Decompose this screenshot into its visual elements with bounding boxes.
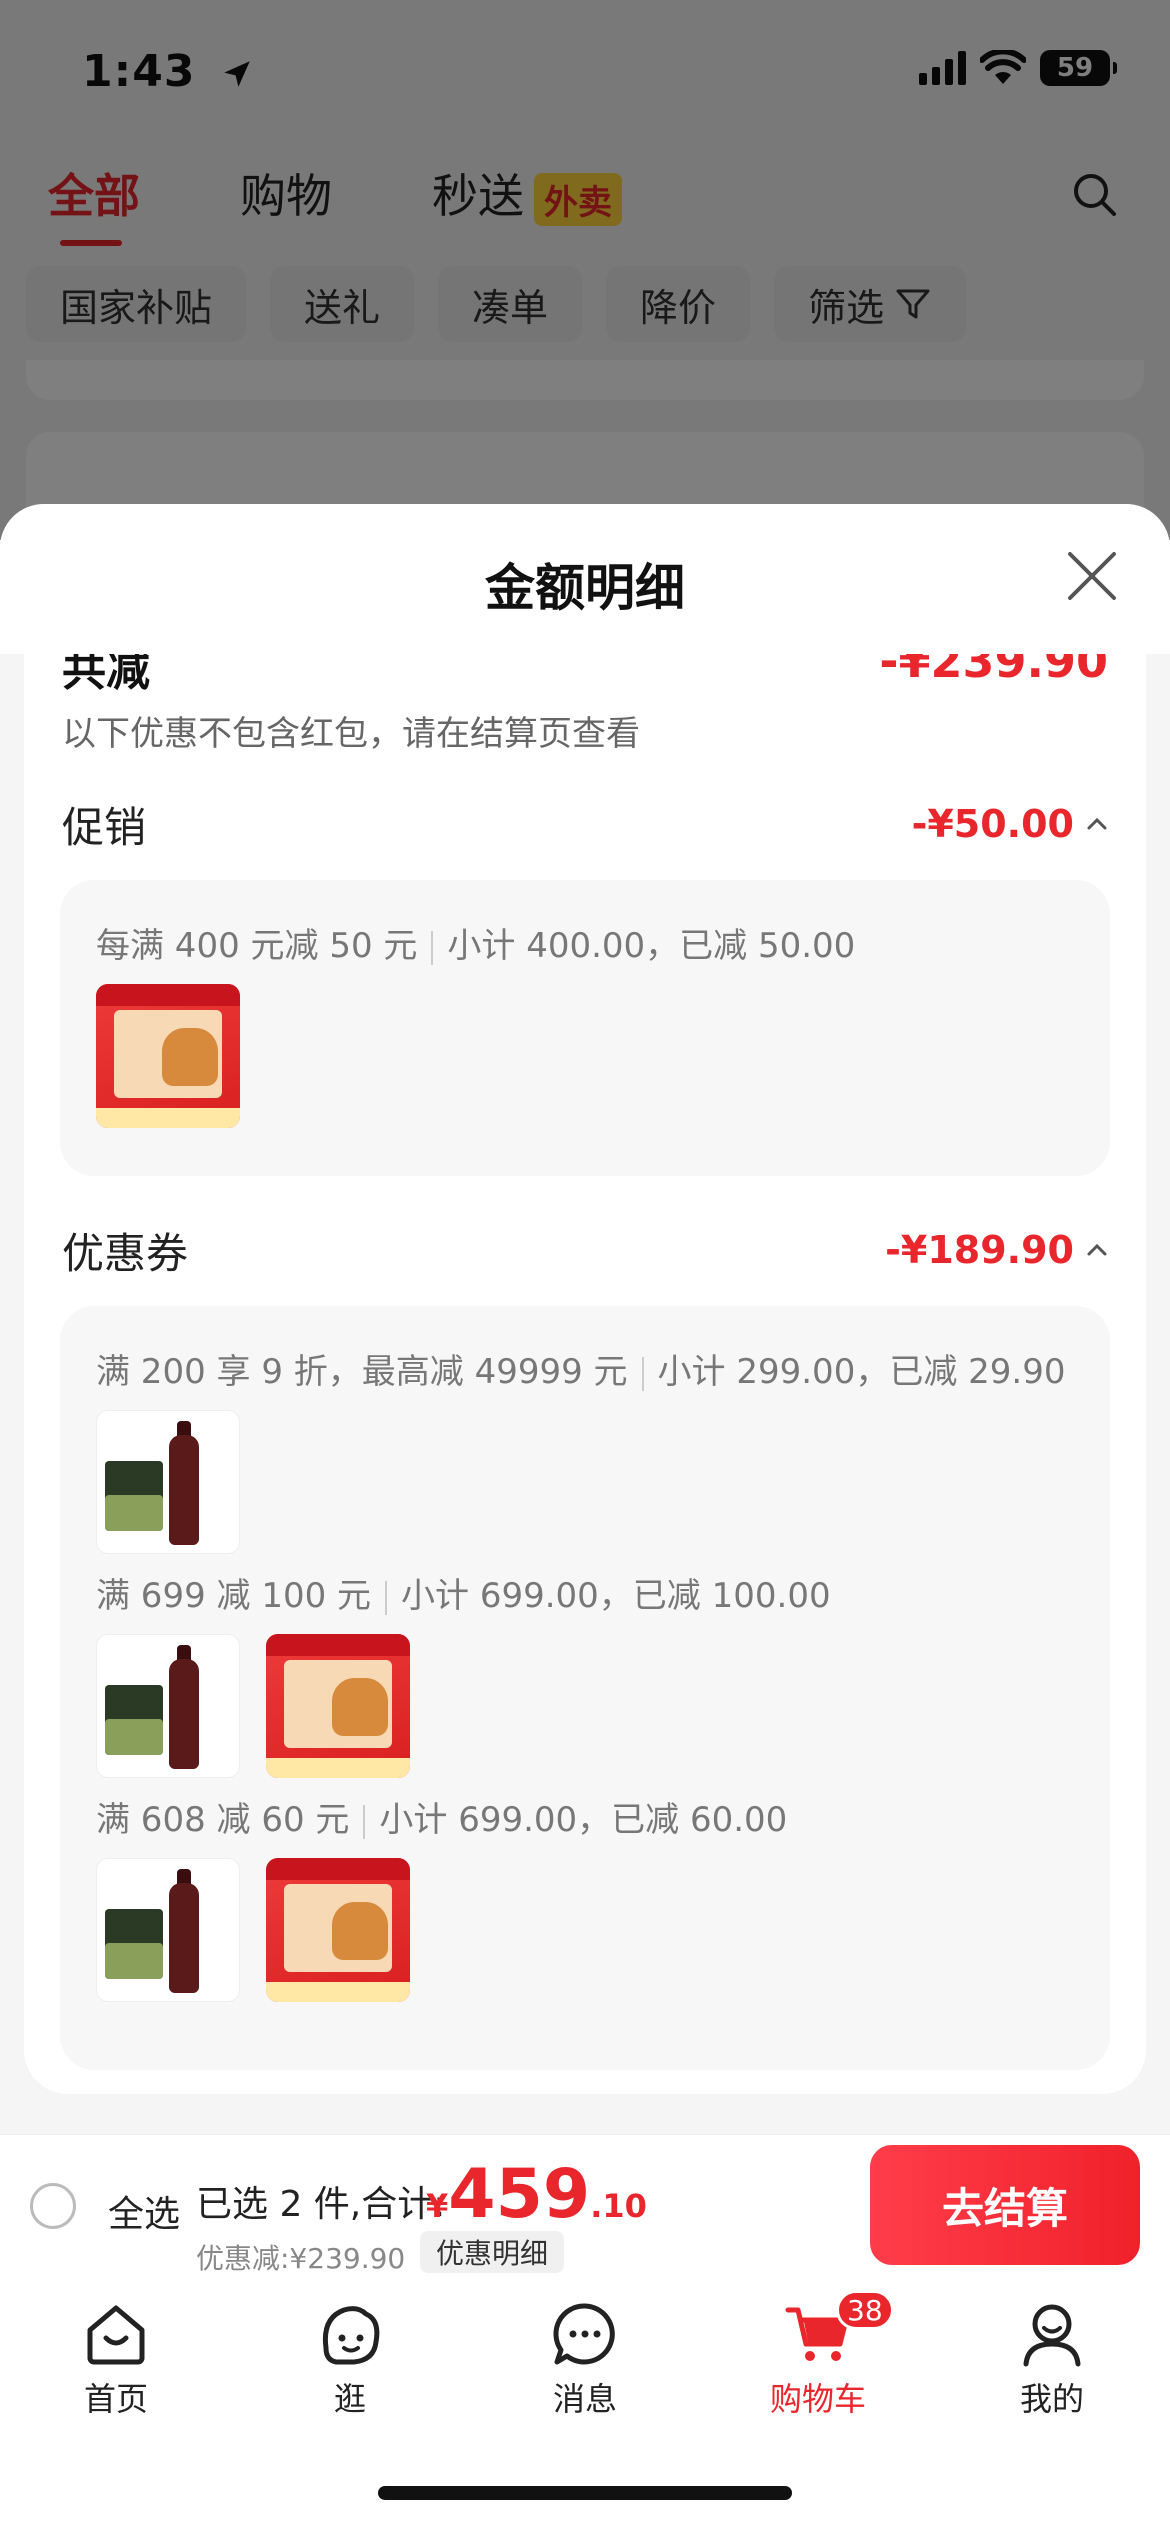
checkout-bar: 全选 已选 2 件,合计: ¥459.10 优惠减:¥239.90 优惠明细 去… xyxy=(0,2134,1170,2278)
tab-cart-label: 购物车 xyxy=(769,2380,866,2418)
rule-text: 满 699 减 100 元 xyxy=(96,1576,372,1616)
thumb-banner xyxy=(266,1634,410,1656)
home-icon xyxy=(87,2305,145,2365)
discount-panel: 共减 -¥239.90 以下优惠不包含红包，请在结算页查看 促销 -¥50.00… xyxy=(24,654,1146,2094)
tab-home-label: 首页 xyxy=(83,2380,148,2418)
thumb-label xyxy=(105,1495,163,1531)
total-price: ¥459.10 xyxy=(426,2155,647,2234)
discount-summary: 优惠减:¥239.90 xyxy=(196,2242,406,2275)
tab-browse-label: 逛 xyxy=(333,2380,366,2418)
thumb-footer xyxy=(96,1108,240,1128)
thumb-banner xyxy=(96,984,240,1006)
checkout-button[interactable]: 去结算 xyxy=(870,2145,1140,2265)
thumb-bag xyxy=(162,1028,218,1086)
coupon-amount: -¥189.90 xyxy=(885,1228,1074,1272)
rule-text: 每满 400 元减 50 元 xyxy=(96,926,418,966)
close-icon xyxy=(1068,552,1116,600)
total-discount-row: 共减 -¥239.90 xyxy=(62,654,1108,696)
total-discount-label: 共减 xyxy=(62,654,150,696)
thumb-bag xyxy=(332,1902,388,1960)
thumb-label xyxy=(105,1719,163,1755)
background-page: 1:43 59 全部 购物 秒送外卖 国 xyxy=(0,0,1170,552)
tab-browse[interactable]: 逛 xyxy=(270,2298,430,2420)
thumb-label xyxy=(105,1943,163,1979)
rule-subtotal: 小计 699.00，已减 100.00 xyxy=(401,1576,831,1616)
chevron-up-icon[interactable] xyxy=(1086,813,1108,835)
sheet-title: 金额明细 xyxy=(485,559,685,617)
rule-subtotal: 小计 400.00，已减 50.00 xyxy=(447,926,856,966)
thumb-bottle xyxy=(169,1883,199,1993)
tab-cart[interactable]: 38 购物车 xyxy=(738,2290,898,2420)
thumb-bottle xyxy=(169,1435,199,1545)
promotion-amount-wrap: -¥50.00 xyxy=(912,802,1108,846)
coupon-group: 满 200 享 9 折，最高减 49999 元小计 299.00，已减 29.9… xyxy=(60,1306,1110,2070)
separator xyxy=(385,1580,388,1615)
rule-text: 满 200 享 9 折，最高减 49999 元 xyxy=(96,1352,628,1392)
coupon-label: 优惠券 xyxy=(62,1228,189,1278)
coupon-rule: 满 699 减 100 元小计 699.00，已减 100.00 xyxy=(96,1568,831,1617)
separator xyxy=(363,1804,366,1839)
home-indicator[interactable] xyxy=(378,2486,792,2500)
promotion-amount: -¥50.00 xyxy=(911,802,1074,846)
promotion-label: 促销 xyxy=(62,802,147,852)
thumb-bag xyxy=(332,1678,388,1736)
product-thumbnail-gift-box[interactable] xyxy=(96,984,240,1128)
cart-count-badge: 38 xyxy=(836,2290,894,2330)
discount-note: 以下优惠不包含红包，请在结算页查看 xyxy=(62,714,640,754)
product-thumbnail-wine[interactable] xyxy=(96,1858,240,2002)
chevron-up-icon[interactable] xyxy=(1086,1239,1108,1261)
total-discount-amount: -¥239.90 xyxy=(879,654,1108,688)
amount-detail-sheet: 金额明细 共减 -¥239.90 以下优惠不包含红包，请在结算页查看 促销 -¥… xyxy=(0,504,1170,2134)
coupon-row[interactable]: 优惠券 -¥189.90 xyxy=(62,1220,1108,1280)
promotion-group: 每满 400 元减 50 元小计 400.00，已减 50.00 xyxy=(60,880,1110,1176)
promotion-row[interactable]: 促销 -¥50.00 xyxy=(62,794,1108,854)
select-all-label[interactable]: 全选 xyxy=(108,2185,180,2237)
thumb-footer xyxy=(266,1982,410,2002)
coupon-amount-wrap: -¥189.90 xyxy=(885,1228,1108,1272)
tab-messages[interactable]: 消息 xyxy=(505,2298,665,2420)
tab-profile[interactable]: 我的 xyxy=(972,2298,1132,2420)
price-currency: ¥ xyxy=(426,2187,449,2225)
product-thumbnail-gift-box[interactable] xyxy=(266,1858,410,2002)
thumb-bottle xyxy=(169,1659,199,1769)
tab-home[interactable]: 首页 xyxy=(36,2298,196,2420)
coupon-rule: 满 200 享 9 折，最高减 49999 元小计 299.00，已减 29.9… xyxy=(96,1344,1065,1393)
separator xyxy=(431,930,434,965)
sheet-header: 金额明细 xyxy=(0,504,1170,654)
product-thumbnail-wine[interactable] xyxy=(96,1410,240,1554)
rule-text: 满 608 减 60 元 xyxy=(96,1800,350,1840)
price-integer: 459 xyxy=(448,2155,591,2234)
thumb-footer xyxy=(266,1758,410,1778)
promotion-rule: 每满 400 元减 50 元小计 400.00，已减 50.00 xyxy=(96,918,855,967)
select-all-checkbox[interactable] xyxy=(30,2183,76,2229)
thumb-banner xyxy=(266,1858,410,1880)
browse-face-icon xyxy=(322,2306,380,2365)
tab-messages-label: 消息 xyxy=(552,2380,617,2418)
product-thumbnail-gift-box[interactable] xyxy=(266,1634,410,1778)
profile-icon xyxy=(1023,2304,1081,2367)
modal-overlay[interactable] xyxy=(0,0,1170,540)
tab-profile-label: 我的 xyxy=(1019,2380,1084,2418)
rule-subtotal: 小计 299.00，已减 29.90 xyxy=(657,1352,1066,1392)
message-icon xyxy=(553,2303,615,2365)
separator xyxy=(641,1356,644,1391)
selected-summary: 已选 2 件,合计: xyxy=(196,2184,446,2225)
price-decimal: .10 xyxy=(590,2187,647,2225)
coupon-rule: 满 608 减 60 元小计 699.00，已减 60.00 xyxy=(96,1792,787,1841)
rule-subtotal: 小计 699.00，已减 60.00 xyxy=(379,1800,788,1840)
discount-detail-button[interactable]: 优惠明细 xyxy=(420,2231,565,2273)
product-thumbnail-wine[interactable] xyxy=(96,1634,240,1778)
close-button[interactable] xyxy=(1064,548,1120,604)
